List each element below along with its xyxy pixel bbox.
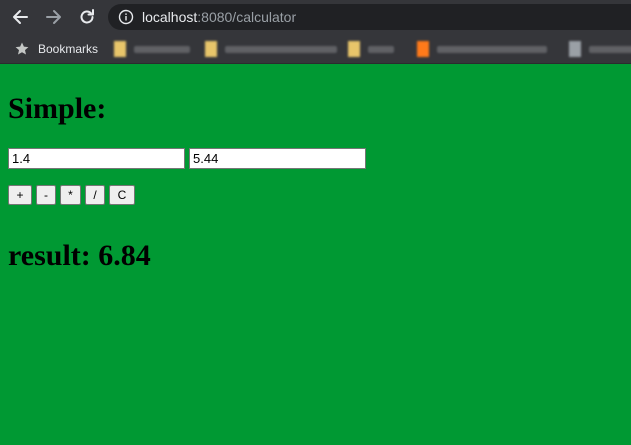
bookmark-item[interactable] <box>417 41 547 57</box>
add-button[interactable]: + <box>8 185 32 205</box>
bookmark-item[interactable] <box>348 41 394 57</box>
url-text: localhost:8080/calculator <box>142 4 296 30</box>
page-content: Simple: + - * / C result: 6.84 <box>0 65 631 445</box>
bookmark-favicon-icon <box>569 41 581 57</box>
bookmark-label-blurred <box>134 46 190 53</box>
multiply-button[interactable]: * <box>60 185 81 205</box>
reload-icon <box>80 9 94 24</box>
url-host: localhost <box>142 9 198 25</box>
bookmark-favicon-icon <box>348 41 360 57</box>
bookmarks-bar: Bookmarks <box>0 34 631 64</box>
bookmark-item[interactable] <box>569 41 631 57</box>
number-input-a[interactable] <box>8 148 185 169</box>
back-button[interactable] <box>8 5 32 29</box>
number-input-b[interactable] <box>189 148 366 169</box>
bookmark-label-blurred <box>589 46 631 53</box>
address-bar[interactable]: localhost:8080/calculator <box>108 4 631 30</box>
back-arrow-icon <box>13 10 28 24</box>
star-icon <box>15 42 29 55</box>
url-path: :8080/calculator <box>197 9 297 25</box>
bookmark-item[interactable] <box>205 41 337 57</box>
forward-button[interactable] <box>42 5 66 29</box>
bookmark-favicon-icon <box>205 41 217 57</box>
bookmark-favicon-icon <box>417 41 429 57</box>
result-text: result: 6.84 <box>8 239 151 272</box>
bookmark-item[interactable] <box>114 41 190 57</box>
info-icon[interactable] <box>118 9 134 25</box>
bookmark-favicon-icon <box>114 41 126 57</box>
browser-toolbar: localhost:8080/calculator <box>0 0 631 34</box>
reload-button[interactable] <box>75 5 99 29</box>
page-title: Simple: <box>8 92 107 125</box>
divide-button[interactable]: / <box>85 185 105 205</box>
bookmark-label-blurred <box>225 46 337 53</box>
bookmark-label-blurred <box>437 46 547 53</box>
bookmarks-label[interactable]: Bookmarks <box>38 34 98 64</box>
forward-arrow-icon <box>46 10 61 24</box>
clear-button[interactable]: C <box>109 185 135 205</box>
bookmark-label-blurred <box>368 46 394 53</box>
subtract-button[interactable]: - <box>36 185 56 205</box>
